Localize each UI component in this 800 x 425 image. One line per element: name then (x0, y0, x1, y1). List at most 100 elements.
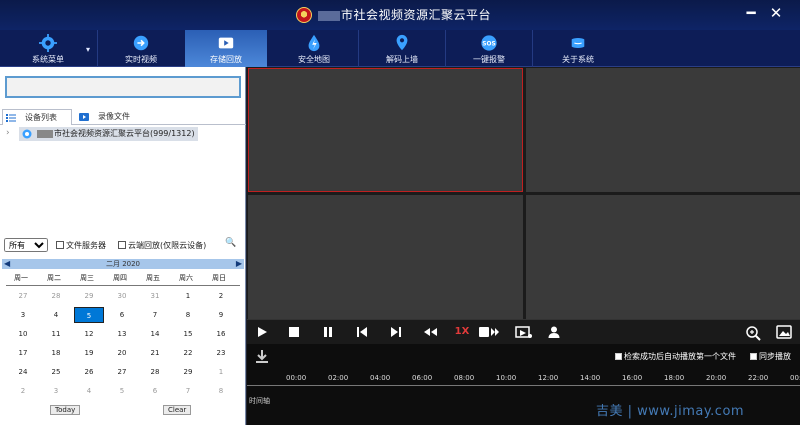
calendar-day[interactable]: 29 (173, 364, 203, 380)
calendar-day[interactable]: 27 (107, 364, 137, 380)
channel-filter-select[interactable]: 所有 (4, 238, 48, 252)
zoom-icon (746, 326, 761, 341)
play-button[interactable] (255, 325, 269, 339)
calendar-day[interactable]: 1 (206, 364, 236, 380)
calendar-day[interactable]: 27 (8, 288, 38, 304)
calendar-day[interactable]: 19 (74, 345, 104, 361)
calendar-day[interactable]: 2 (8, 383, 38, 399)
checkbox-box[interactable] (750, 353, 757, 360)
time-ruler[interactable]: 00:00 02:00 04:00 06:00 08:00 10:00 12:00 14:00… (247, 371, 800, 387)
download-button[interactable] (254, 349, 270, 367)
toolbar-item-security-map[interactable]: 安全地图 (275, 30, 353, 67)
calendar-day[interactable]: 17 (8, 345, 38, 361)
stop-button[interactable] (287, 325, 301, 339)
clear-button[interactable]: Clear (163, 405, 192, 415)
video-pane-4[interactable] (526, 195, 800, 319)
tab-video-files[interactable]: 录像文件 (76, 109, 146, 125)
calendar-day[interactable]: 9 (206, 307, 236, 323)
calendar-day[interactable]: 7 (173, 383, 203, 399)
toolbar-item-decode-wall[interactable]: 解码上墙 (360, 30, 444, 67)
calendar-day[interactable]: 31 (140, 288, 170, 304)
calendar-day[interactable]: 29 (74, 288, 104, 304)
calendar-day[interactable]: 5 (107, 383, 137, 399)
image-settings-button[interactable] (776, 325, 792, 339)
tree-root-node[interactable]: 市社会视频资源汇聚云平台(999/1312) (19, 127, 198, 141)
user-button[interactable] (547, 325, 561, 339)
snapshot-button[interactable] (515, 325, 533, 339)
cloud-playback-checkbox[interactable]: 云端回放(仅限云设备) (118, 240, 206, 251)
previous-frame-button[interactable] (355, 325, 369, 339)
calendar-day[interactable]: 22 (173, 345, 203, 361)
calendar-day[interactable]: 4 (41, 307, 71, 323)
toolbar-item-about[interactable]: 关于系统 (534, 30, 622, 67)
live-video-icon (133, 35, 149, 51)
checkbox-box[interactable] (118, 241, 126, 249)
device-list-icon (6, 114, 16, 122)
calendar-day[interactable]: 25 (41, 364, 71, 380)
calendar-day[interactable]: 15 (173, 326, 203, 342)
calendar-day[interactable]: 26 (74, 364, 104, 380)
sync-play-checkbox[interactable]: 同步播放 (750, 351, 791, 362)
calendar-day[interactable]: 13 (107, 326, 137, 342)
video-pane-2[interactable] (526, 68, 800, 192)
calendar-day[interactable]: 6 (107, 307, 137, 323)
next-frame-button[interactable] (389, 325, 403, 339)
minimize-button[interactable]: ━ (742, 4, 760, 22)
next-month-icon[interactable]: ▶ (236, 260, 242, 268)
calendar-day[interactable]: 3 (41, 383, 71, 399)
zoom-button[interactable] (745, 325, 761, 341)
file-server-checkbox[interactable]: 文件服务器 (56, 240, 106, 251)
calendar-day[interactable]: 1 (173, 288, 203, 304)
toolbar-item-live-video[interactable]: 实时视频 (98, 30, 184, 67)
search-icon[interactable]: 🔍 (225, 238, 236, 248)
calendar-day[interactable]: 6 (140, 383, 170, 399)
close-button[interactable]: ✕ (767, 4, 785, 22)
hour-tick-label: 18:00 (664, 374, 685, 382)
calendar-day[interactable]: 21 (140, 345, 170, 361)
calendar-day[interactable]: 14 (140, 326, 170, 342)
calendar-day[interactable]: 10 (8, 326, 38, 342)
calendar-day[interactable]: 12 (74, 326, 104, 342)
tree-expander-icon[interactable]: › (6, 128, 10, 138)
calendar-day[interactable]: 7 (140, 307, 170, 323)
calendar-day[interactable]: 2 (206, 288, 236, 304)
chevron-down-icon[interactable]: ▾ (86, 45, 90, 54)
calendar-day[interactable]: 23 (206, 345, 236, 361)
toolbar-item-system-menu[interactable]: 系统菜单 ▾ (0, 30, 96, 67)
toolbar-item-playback[interactable]: 存储回放 (185, 30, 267, 67)
calendar-day[interactable]: 4 (74, 383, 104, 399)
calendar-day[interactable]: 3 (8, 307, 38, 323)
slow-down-button[interactable] (422, 325, 438, 339)
search-input[interactable] (5, 76, 241, 98)
calendar-day[interactable]: 8 (173, 307, 203, 323)
hour-tick-label: 00:00 (286, 374, 307, 382)
video-pane-1[interactable] (248, 68, 523, 192)
left-tabs: 设备列表 录像文件 (0, 109, 246, 125)
calendar-day[interactable]: 20 (107, 345, 137, 361)
tab-device-list[interactable]: 设备列表 (2, 109, 72, 125)
speed-up-button[interactable] (478, 325, 500, 339)
calendar-day[interactable]: 28 (41, 288, 71, 304)
today-button[interactable]: Today (50, 405, 81, 415)
calendar-month-label[interactable]: 二月 2020 (106, 260, 140, 268)
calendar-day[interactable]: 8 (206, 383, 236, 399)
pause-button[interactable] (321, 325, 335, 339)
sos-icon: SOS (481, 35, 497, 51)
date-picker: ◀ 二月 2020 ▶ 周一 周二 周三 周四 周五 周六 周日 27 28 29 30 31 1 2 3… (2, 259, 244, 425)
checkbox-box[interactable] (615, 353, 622, 360)
video-pane-3[interactable] (248, 195, 523, 319)
weekday-label: 周一 (14, 274, 28, 282)
toolbar-item-one-key-alarm[interactable]: SOS 一键报警 (447, 30, 531, 67)
calendar-day[interactable]: 24 (8, 364, 38, 380)
tab-label: 录像文件 (98, 112, 130, 121)
toolbar-item-label: 解码上墙 (386, 55, 418, 64)
calendar-day[interactable]: 18 (41, 345, 71, 361)
calendar-day[interactable]: 30 (107, 288, 137, 304)
calendar-day[interactable]: 5 (74, 307, 104, 323)
calendar-day[interactable]: 16 (206, 326, 236, 342)
auto-play-checkbox[interactable]: 检索成功后自动播放第一个文件 (615, 351, 736, 362)
calendar-day[interactable]: 28 (140, 364, 170, 380)
prev-month-icon[interactable]: ◀ (4, 260, 10, 268)
checkbox-box[interactable] (56, 241, 64, 249)
calendar-day[interactable]: 11 (41, 326, 71, 342)
